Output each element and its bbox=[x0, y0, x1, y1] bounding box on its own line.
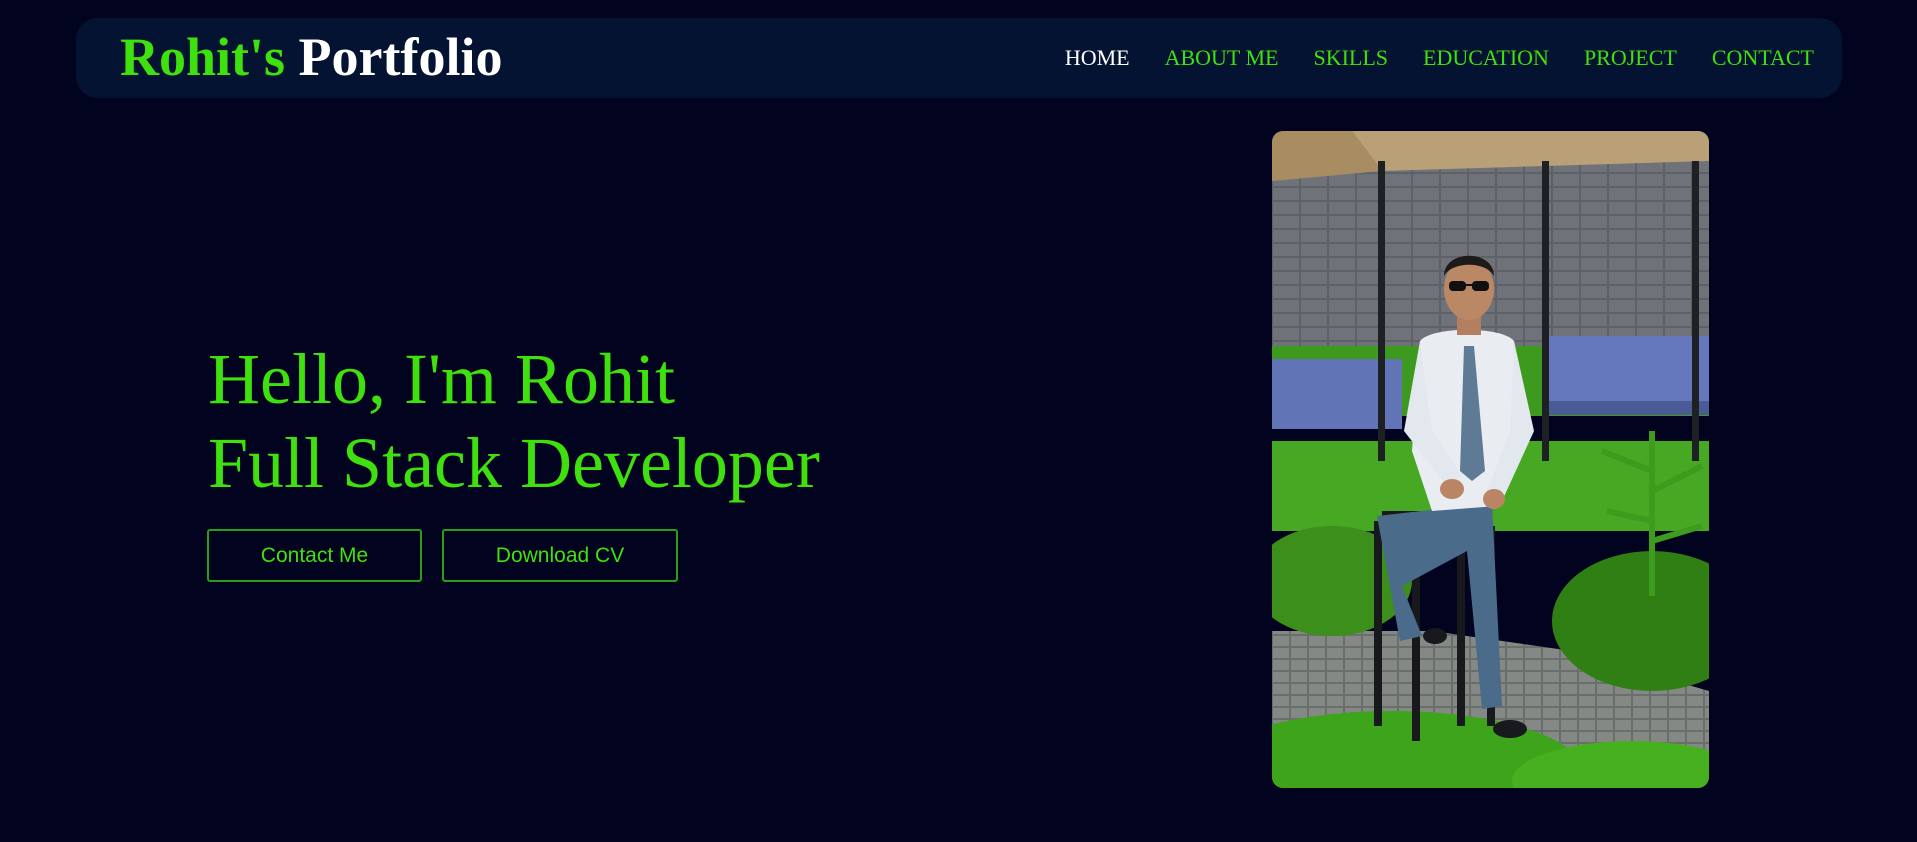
logo-accent-text: Rohit's bbox=[120, 27, 286, 87]
download-cv-button[interactable]: Download CV bbox=[442, 529, 678, 582]
site-logo[interactable]: Rohit's Portfolio bbox=[120, 22, 502, 92]
hero-buttons: Contact Me Download CV bbox=[207, 529, 678, 582]
nav-link-contact[interactable]: CONTACT bbox=[1712, 45, 1814, 71]
hero-role: Full Stack Developer bbox=[208, 423, 820, 503]
nav-link-project[interactable]: PROJECT bbox=[1584, 45, 1677, 71]
nav-link-education[interactable]: EDUCATION bbox=[1423, 45, 1549, 71]
hero-greeting: Hello, I'm Rohit bbox=[208, 339, 675, 419]
contact-me-button[interactable]: Contact Me bbox=[207, 529, 422, 582]
portrait-photo bbox=[1272, 131, 1709, 788]
nav-link-about-me[interactable]: ABOUT ME bbox=[1165, 45, 1279, 71]
nav-links: HOME ABOUT ME SKILLS EDUCATION PROJECT C… bbox=[1065, 18, 1814, 98]
hero-heading: Hello, I'm Rohit Full Stack Developer bbox=[208, 337, 820, 505]
nav-link-home[interactable]: HOME bbox=[1065, 45, 1130, 71]
nav-link-skills[interactable]: SKILLS bbox=[1313, 45, 1388, 71]
navbar: Rohit's Portfolio HOME ABOUT ME SKILLS E… bbox=[76, 18, 1842, 98]
logo-rest-text: Portfolio bbox=[298, 27, 503, 87]
